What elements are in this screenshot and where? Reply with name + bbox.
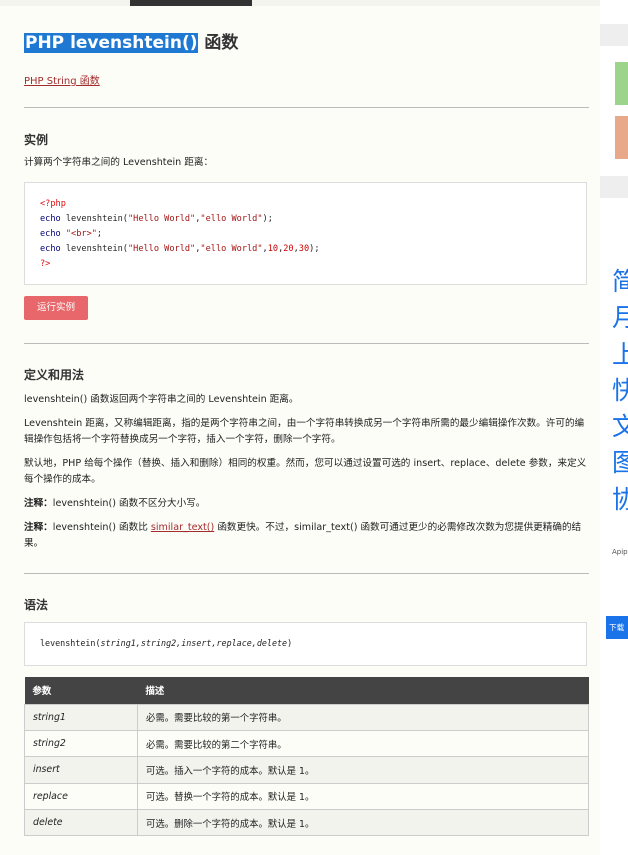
param-cell: insert (24, 756, 138, 784)
sidebar-band (600, 176, 628, 198)
page-title-selected: PHP levenshtein() (24, 33, 199, 53)
table-row: string2 必需。需要比较的第二个字符串。 (24, 729, 589, 758)
similar-text-link[interactable]: similar_text() (151, 522, 214, 533)
syntax-heading: 语法 (24, 598, 49, 612)
code-line: echo levenshtein("Hello World","ello Wor… (40, 244, 320, 254)
table-row: insert 可选。插入一个字符的成本。默认是 1。 (24, 756, 589, 784)
right-sidebar-ad: 简月上快文图协 Apip 下载 (600, 0, 628, 855)
example-code-block: <?php echo levenshtein("Hello World","el… (24, 182, 587, 285)
page-title-rest: 函数 (198, 33, 239, 53)
note-case-insensitive: 注释：levenshtein() 函数不区分大小写。 (24, 498, 206, 509)
page-title: PHP levenshtein() 函数 (24, 28, 238, 53)
ad-headline[interactable]: 简月上快文图协 (612, 264, 628, 518)
table-row: replace 可选。替换一个字符的成本。默认是 1。 (24, 782, 589, 811)
param-cell: delete (24, 809, 138, 837)
param-cell: replace (24, 782, 138, 811)
table-row: string1 必需。需要比较的第一个字符串。 (24, 703, 589, 731)
ad-thumbnail-orange[interactable] (615, 116, 628, 159)
definition-heading: 定义和用法 (24, 368, 85, 382)
param-cell: string2 (24, 729, 138, 758)
code-line: <?php (40, 199, 66, 209)
top-bar (0, 0, 628, 6)
sidebar-band (600, 24, 628, 46)
column-header-desc: 描述 (137, 677, 589, 704)
code-line: echo levenshtein("Hello World","ello Wor… (40, 214, 273, 224)
definition-paragraph-1: levenshtein() 函数返回两个字符串之间的 Levenshtein 距… (24, 394, 299, 405)
syntax-code-block: levenshtein(string1,string2,insert,repla… (24, 622, 587, 666)
definition-paragraph-3: 默认地，PHP 给每个操作（替换、插入和删除）相同的权重。然而，您可以通过设置可… (24, 458, 587, 485)
definition-paragraph-2: Levenshtein 距离，又称编辑距离，指的是两个字符串之间，由一个字符串转… (24, 418, 585, 445)
divider (24, 343, 589, 344)
code-line: ?> (40, 259, 51, 269)
desc-cell: 必需。需要比较的第二个字符串。 (137, 729, 589, 758)
top-nav-active-tab[interactable] (130, 0, 252, 6)
code-line: echo "<br>"; (40, 229, 103, 239)
desc-cell: 可选。插入一个字符的成本。默认是 1。 (137, 756, 589, 784)
param-cell: string1 (24, 703, 138, 731)
ad-thumbnail-green[interactable] (615, 62, 628, 105)
example-description: 计算两个字符串之间的 Levenshtein 距离： (24, 157, 214, 168)
run-example-button[interactable]: 运行实例 (24, 296, 88, 320)
ad-download-button[interactable]: 下载 (606, 616, 628, 639)
divider (24, 107, 589, 108)
syntax-args: string1,string2,insert,replace,delete (100, 638, 288, 648)
desc-cell: 必需。需要比较的第一个字符串。 (137, 703, 589, 731)
column-header-param: 参数 (24, 677, 138, 704)
ad-brand-text: Apip (612, 548, 628, 556)
note-speed: 注释：levenshtein() 函数比 similar_text() 函数更快… (24, 522, 582, 549)
example-heading: 实例 (24, 133, 49, 147)
table-row: delete 可选。删除一个字符的成本。默认是 1。 (24, 809, 589, 837)
divider (24, 573, 589, 574)
php-string-functions-link[interactable]: PHP String 函数 (24, 72, 100, 87)
parameter-table: 参数 描述 string1 必需。需要比较的第一个字符串。 string2 必需。需… (24, 677, 589, 837)
table-header-row: 参数 描述 (24, 677, 589, 704)
desc-cell: 可选。替换一个字符的成本。默认是 1。 (137, 782, 589, 811)
desc-cell: 可选。删除一个字符的成本。默认是 1。 (137, 809, 589, 837)
